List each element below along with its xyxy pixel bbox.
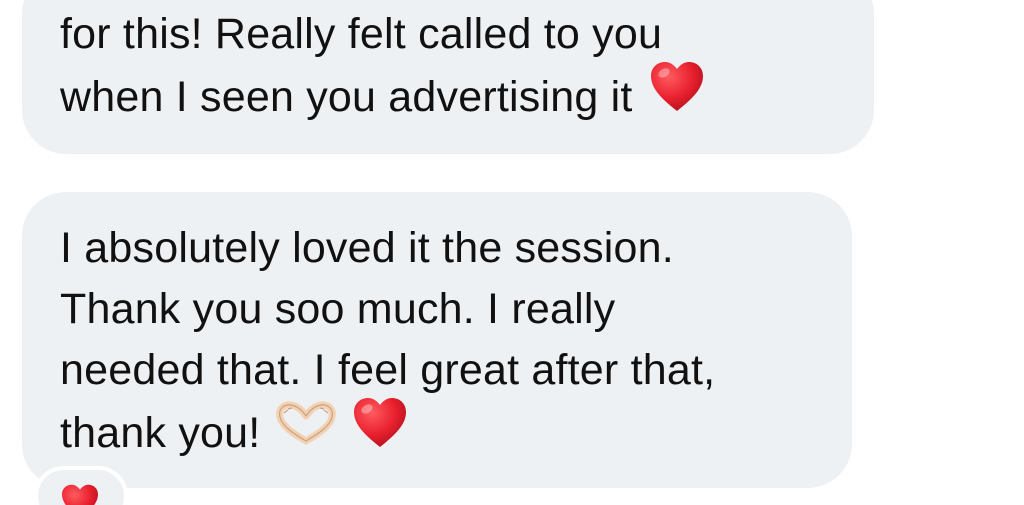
message-line-text: thank you!	[60, 408, 261, 457]
message-bubble-received[interactable]: for this! Really felt called to you when…	[22, 0, 874, 154]
message-thread: for this! Really felt called to you when…	[0, 0, 1024, 505]
red-heart-icon	[352, 397, 408, 466]
message-line: when I seen you advertising it	[60, 62, 874, 134]
message-line: Thank you soo much. I really	[60, 285, 616, 333]
message-line: for this! Really felt called to you	[60, 10, 663, 58]
message-line-text: when I seen you advertising it	[60, 72, 633, 121]
message-line: I absolutely loved it the session.	[60, 224, 674, 272]
heart-hands-icon	[276, 401, 337, 462]
reaction-badge[interactable]	[34, 466, 128, 505]
red-heart-icon	[649, 61, 705, 130]
message-bubble-received[interactable]: I absolutely loved it the session. Thank…	[22, 192, 852, 488]
message-line: needed that. I feel great after that,	[60, 346, 716, 394]
red-heart-icon	[62, 484, 98, 505]
message-line: thank you!	[60, 398, 852, 470]
